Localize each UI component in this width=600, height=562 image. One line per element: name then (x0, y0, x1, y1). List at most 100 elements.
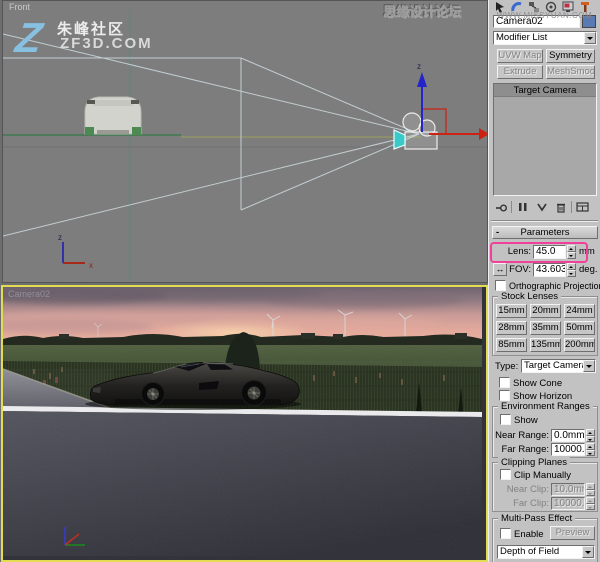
orthographic-checkbox[interactable] (495, 280, 506, 291)
meshsmooth-button[interactable]: MeshSmooth (546, 65, 595, 79)
near-clip-label: Near Clip: (506, 484, 549, 495)
spinner-down-icon[interactable] (586, 449, 595, 456)
fov-label: FOV: (509, 264, 531, 275)
spinner-down-icon[interactable] (567, 270, 576, 277)
stack-item-target-camera[interactable]: Target Camera (494, 84, 596, 97)
lens-200mm-button[interactable]: 200mm (564, 338, 595, 352)
car-front-view[interactable] (84, 96, 142, 135)
object-color-swatch[interactable] (582, 15, 596, 28)
remove-modifier-button[interactable] (552, 200, 569, 214)
enable-label: Enable (514, 529, 544, 540)
lens-20mm-button[interactable]: 20mm (530, 304, 561, 318)
near-clip-field[interactable]: 10.0mm (551, 483, 585, 496)
near-range-spinner[interactable] (586, 429, 595, 442)
fov-value-field[interactable]: 43.603 (533, 263, 566, 277)
near-range-label: Near Range: (495, 430, 549, 441)
extrude-button[interactable]: Extrude (497, 65, 543, 79)
env-show-label: Show (514, 415, 538, 426)
lens-24mm-button[interactable]: 24mm (564, 304, 595, 318)
camera-viewport-label[interactable]: Camera02 (8, 289, 50, 299)
camera-viewport[interactable]: Camera02 (1, 285, 488, 562)
orthographic-label: Orthographic Projection (509, 281, 600, 291)
front-viewport[interactable]: z z x Front (2, 0, 488, 283)
chevron-down-icon[interactable] (582, 546, 594, 558)
remove-modifier-icon (556, 203, 565, 213)
clipping-planes-group: Clipping Planes Clip Manually Near Clip:… (492, 457, 598, 512)
symmetry-button[interactable]: Symmetry (546, 49, 595, 63)
fov-spinner[interactable] (567, 263, 576, 277)
spinner-down-icon[interactable] (586, 435, 595, 442)
chevron-down-icon[interactable] (584, 32, 596, 44)
stock-lenses-title: Stock Lenses (498, 291, 562, 302)
chevron-down-icon[interactable] (583, 360, 595, 372)
show-cone-checkbox[interactable] (499, 377, 510, 388)
camera-type-dropdown[interactable]: Target Camera (521, 359, 596, 373)
spinner-up-icon[interactable] (567, 263, 576, 270)
clip-manually-label: Clip Manually (514, 470, 572, 481)
clipping-planes-title: Clipping Planes (498, 457, 571, 468)
far-range-label: Far Range: (501, 444, 549, 455)
modifier-stack: Target Camera (493, 83, 597, 196)
far-range-field[interactable]: 10000.0m (551, 443, 585, 456)
parameters-rollout-header[interactable]: - Parameters (492, 226, 598, 239)
axis-x-label: x (89, 261, 93, 270)
far-clip-spinner[interactable] (586, 497, 595, 510)
enable-checkbox[interactable] (500, 528, 511, 539)
tab-create[interactable] (492, 0, 508, 13)
far-clip-field[interactable]: 10000.0m (551, 497, 585, 510)
show-horizon-checkbox[interactable] (499, 390, 510, 401)
tab-display[interactable] (560, 0, 576, 13)
multi-pass-title: Multi-Pass Effect (498, 513, 576, 524)
environment-ranges-group: Environment Ranges Show Near Range: 0.0m… (492, 401, 598, 458)
lens-highlight-annotation (490, 242, 588, 263)
make-unique-button[interactable] (533, 200, 550, 214)
hierarchy-icon (529, 1, 539, 12)
screen: z z x Front Camera02 Z 朱峰社区 ZF3D.COM 思缘设… (0, 0, 600, 562)
fov-unit-label: deg. (579, 264, 598, 275)
lens-28mm-button[interactable]: 28mm (496, 321, 527, 335)
show-end-result-button[interactable] (514, 200, 531, 214)
type-label: Type: (495, 361, 519, 372)
lens-35mm-button[interactable]: 35mm (530, 321, 561, 335)
tab-motion[interactable] (543, 0, 559, 13)
preview-button[interactable]: Preview (550, 526, 595, 540)
far-range-spinner[interactable] (586, 443, 595, 456)
lens-15mm-button[interactable]: 15mm (496, 304, 527, 318)
object-name-field[interactable]: Camera02 (493, 15, 580, 28)
camera-icon[interactable] (393, 112, 438, 150)
motion-icon (545, 1, 557, 12)
clip-manually-checkbox[interactable] (500, 469, 511, 480)
effect-dropdown[interactable]: Depth of Field (497, 545, 595, 559)
pin-stack-icon (495, 204, 507, 212)
utilities-icon (581, 1, 589, 12)
tab-modify[interactable] (509, 0, 525, 13)
tab-utilities[interactable] (577, 0, 593, 13)
axis-z-label: z (58, 233, 62, 242)
environment-ranges-title: Environment Ranges (498, 401, 593, 412)
tab-hierarchy[interactable] (526, 0, 542, 13)
effect-value: Depth of Field (500, 546, 560, 557)
lens-135mm-button[interactable]: 135mm (530, 338, 561, 352)
parameters-title: Parameters (520, 227, 570, 238)
gizmo-z-label: z (417, 62, 421, 71)
spinner-down-icon[interactable] (586, 489, 595, 496)
lens-85mm-button[interactable]: 85mm (496, 338, 527, 352)
modify-arc-icon (511, 1, 522, 11)
lens-50mm-button[interactable]: 50mm (564, 321, 595, 335)
stock-lenses-group: Stock Lenses 15mm 20mm 24mm 28mm 35mm 50… (492, 291, 598, 356)
configure-modifier-sets-button[interactable] (574, 200, 591, 214)
pin-stack-button[interactable] (492, 200, 509, 214)
front-viewport-label[interactable]: Front (9, 2, 30, 12)
near-range-field[interactable]: 0.0mm (551, 429, 585, 442)
uvw-map-button[interactable]: UVW Map (497, 49, 543, 63)
env-show-checkbox[interactable] (500, 414, 511, 425)
front-viewport-scene: z z x (3, 9, 487, 280)
show-end-result-icon (518, 203, 526, 211)
near-clip-spinner[interactable] (586, 483, 595, 496)
command-panel-tabs (492, 0, 593, 13)
front-axis-tripod: z x (58, 233, 93, 270)
spinner-down-icon[interactable] (586, 503, 595, 510)
camera-type-value: Target Camera (524, 360, 587, 371)
fov-direction-button[interactable]: ↔ (493, 263, 507, 276)
modifier-list-dropdown[interactable]: Modifier List (493, 31, 597, 45)
